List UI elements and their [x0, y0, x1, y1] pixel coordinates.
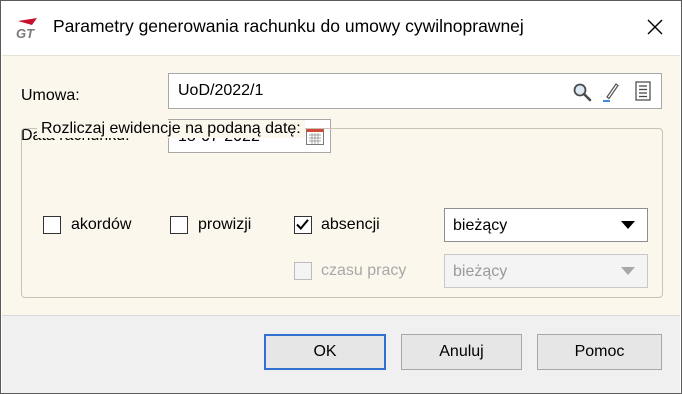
commission-label: prowizji	[198, 216, 252, 233]
close-icon	[647, 19, 663, 35]
comarch-logo-icon: GT	[16, 18, 37, 41]
contract-label: Umowa:	[21, 87, 80, 104]
edit-pencil-icon[interactable]	[601, 81, 621, 103]
absence-period-value: bieżący	[453, 217, 508, 234]
worktime-period-value: bieżący	[453, 263, 508, 280]
settlement-group-title: Rozliczaj ewidencje na podaną datę:	[37, 120, 305, 138]
checkmark-icon	[296, 219, 309, 231]
absence-checkbox[interactable]	[294, 216, 312, 234]
absence-label: absencji	[321, 216, 380, 233]
ok-button[interactable]: OK	[264, 334, 386, 370]
svg-text:GT: GT	[16, 26, 35, 41]
cancel-button[interactable]: Anuluj	[401, 334, 522, 370]
piecework-label: akordów	[71, 216, 132, 233]
search-icon[interactable]	[572, 82, 592, 102]
contract-value: UoD/2022/1	[178, 82, 264, 99]
worktime-checkbox[interactable]	[294, 262, 312, 280]
piecework-checkbox[interactable]	[43, 216, 61, 234]
worktime-label: czasu pracy	[321, 262, 407, 279]
dropdown-arrow-icon	[621, 267, 635, 275]
commission-checkbox[interactable]	[170, 216, 188, 234]
title-bar[interactable]: GT Parametry generowania rachunku do umo…	[1, 1, 681, 55]
list-icon[interactable]	[635, 81, 651, 101]
help-button[interactable]: Pomoc	[537, 334, 662, 370]
close-button[interactable]	[633, 7, 677, 47]
dialog-title: Parametry generowania rachunku do umowy …	[53, 16, 524, 36]
contract-field[interactable]: UoD/2022/1	[168, 73, 662, 109]
absence-period-select[interactable]: bieżący	[444, 208, 648, 242]
dropdown-arrow-icon	[621, 221, 635, 229]
dialog-window: GT Parametry generowania rachunku do umo…	[0, 0, 682, 394]
worktime-period-select[interactable]: bieżący	[444, 254, 648, 288]
